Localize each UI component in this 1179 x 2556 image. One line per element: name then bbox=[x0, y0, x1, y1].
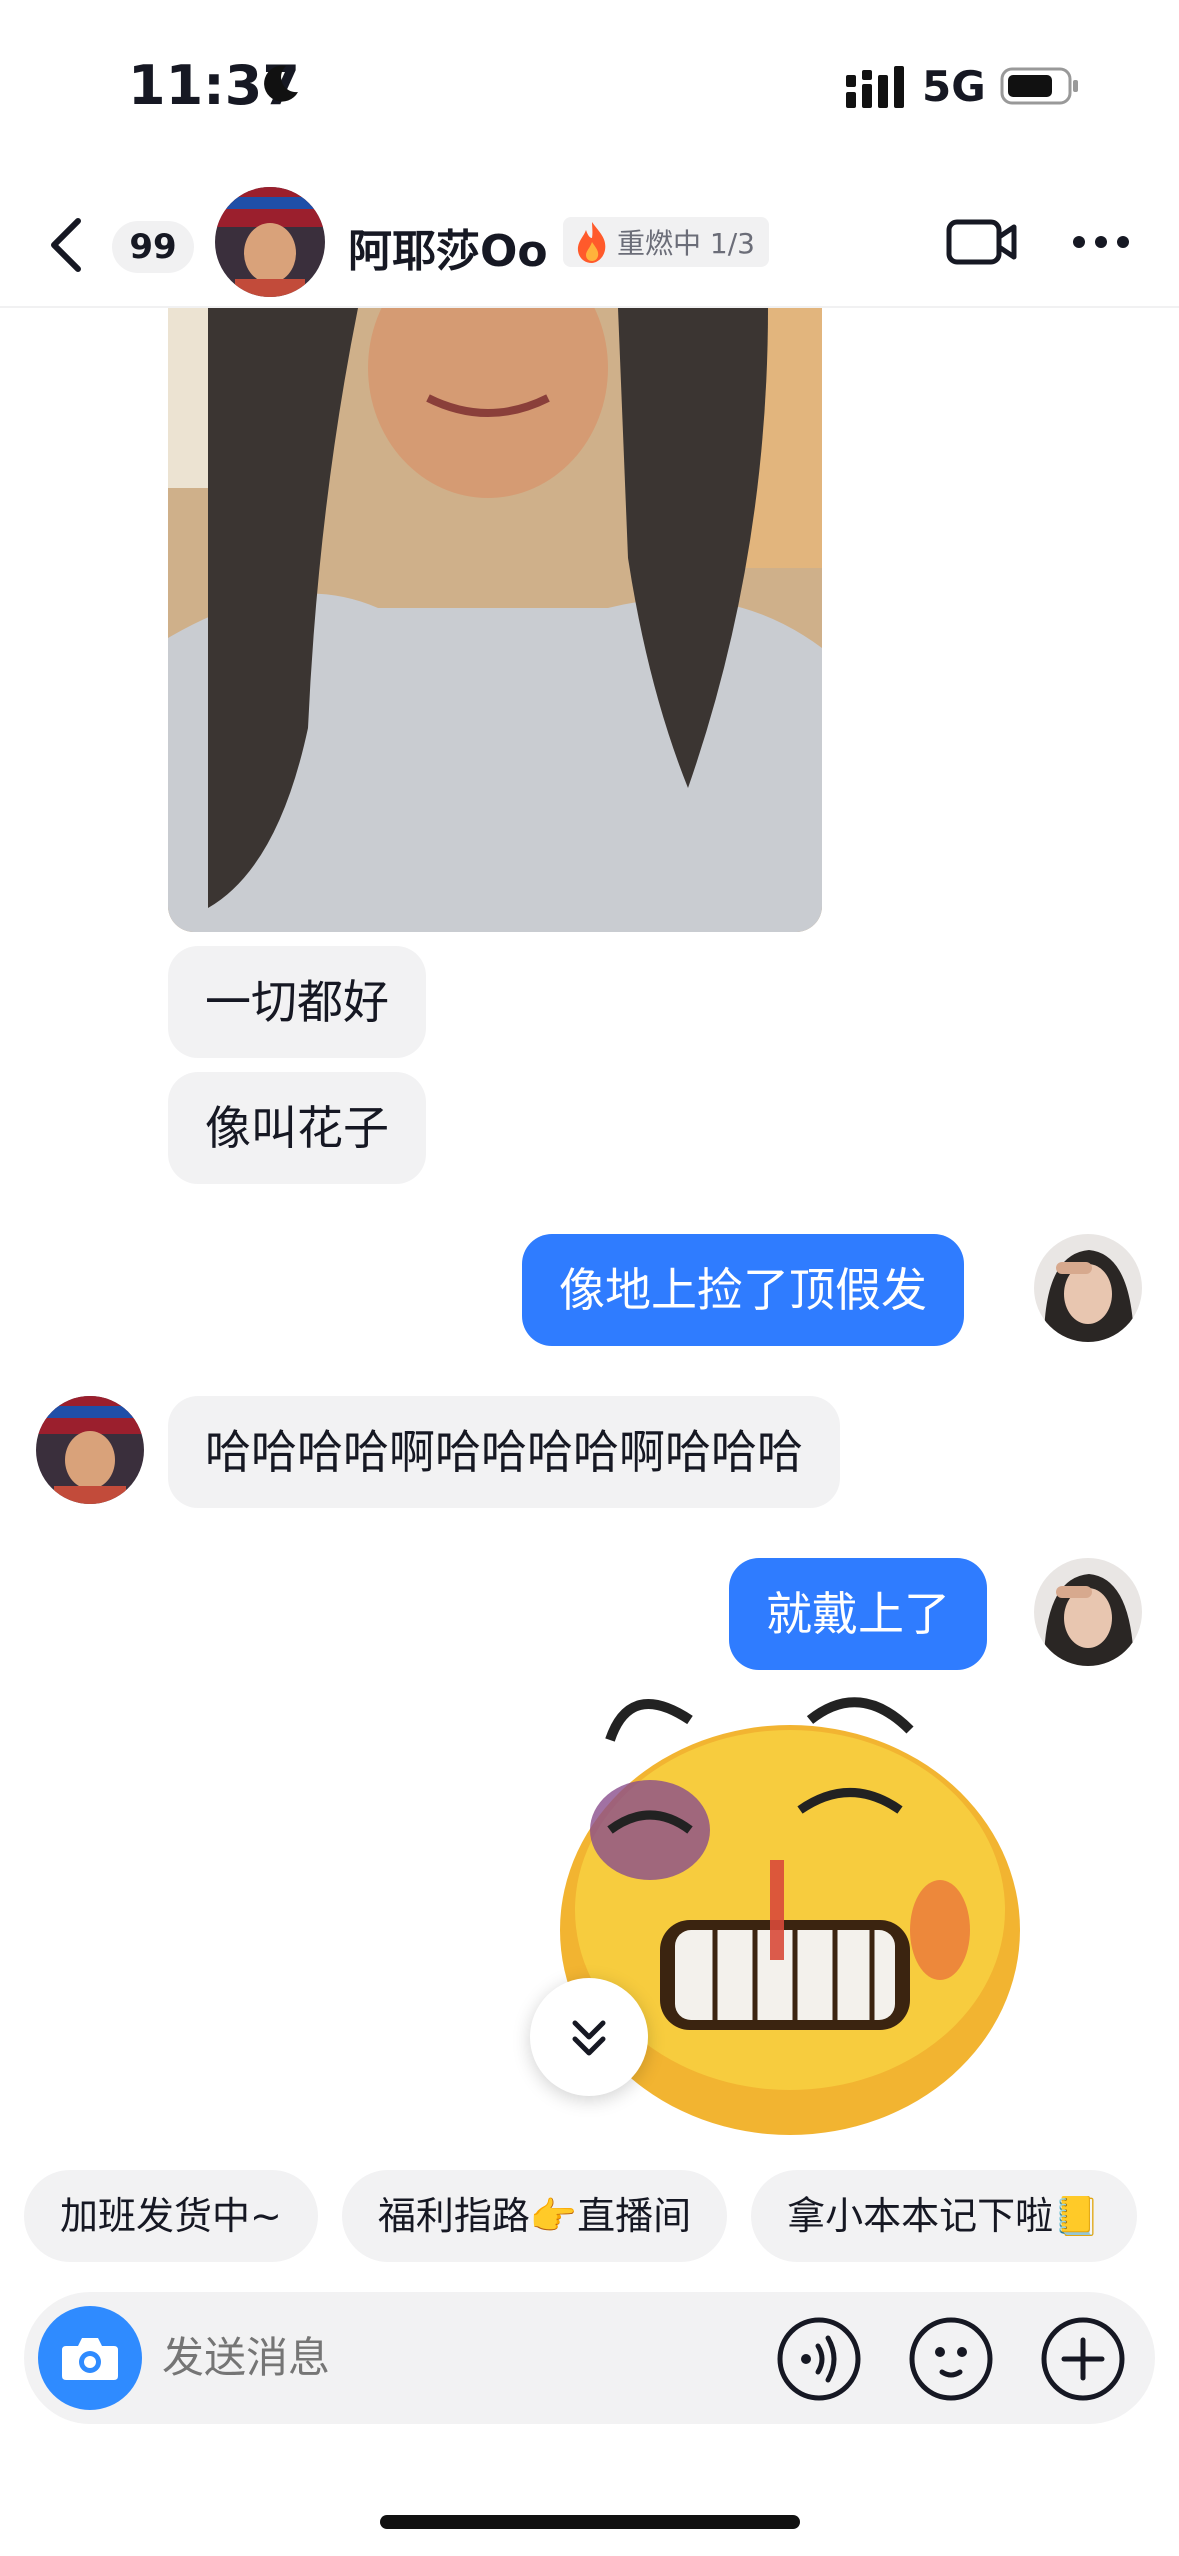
contact-name[interactable]: 阿耶莎Oo bbox=[348, 215, 548, 279]
chevron-double-down-icon bbox=[572, 2020, 606, 2056]
image-message[interactable] bbox=[168, 308, 822, 932]
voice-icon[interactable] bbox=[776, 2316, 862, 2402]
camera-icon bbox=[62, 2338, 118, 2380]
message-input-bar bbox=[24, 2292, 1155, 2424]
quick-reply-chip[interactable]: 福利指路👉直播间 bbox=[341, 2170, 728, 2262]
camera-button[interactable] bbox=[38, 2306, 142, 2410]
my-avatar[interactable] bbox=[1034, 1234, 1142, 1342]
streak-badge[interactable]: 重燃中 1/3 bbox=[563, 217, 769, 267]
video-call-icon[interactable] bbox=[946, 217, 1018, 267]
message-bubble-incoming[interactable]: 像叫花子 bbox=[168, 1072, 426, 1184]
signal-icon bbox=[846, 66, 904, 108]
message-bubble-incoming[interactable]: 一切都好 bbox=[168, 946, 426, 1058]
back-arrow-icon[interactable] bbox=[46, 215, 86, 275]
unread-count-badge[interactable]: 99 bbox=[112, 221, 194, 273]
message-input[interactable] bbox=[162, 2326, 722, 2390]
message-bubble-outgoing[interactable]: 就戴上了 bbox=[729, 1558, 987, 1670]
message-bubble-incoming[interactable]: 哈哈哈哈啊哈哈哈哈啊哈哈哈 bbox=[168, 1396, 840, 1508]
emoji-icon[interactable] bbox=[908, 2316, 994, 2402]
more-icon[interactable] bbox=[1072, 235, 1130, 249]
quick-reply-chip[interactable]: 加班发货中~ bbox=[24, 2170, 318, 2262]
contact-avatar[interactable] bbox=[215, 187, 325, 297]
scroll-to-bottom-button[interactable] bbox=[530, 1978, 648, 2096]
moon-icon bbox=[264, 65, 298, 102]
status-bar: 11:37 5G bbox=[0, 0, 1179, 175]
plus-icon[interactable] bbox=[1040, 2316, 1126, 2402]
message-bubble-outgoing[interactable]: 像地上捡了顶假发 bbox=[522, 1234, 964, 1346]
home-indicator[interactable] bbox=[380, 2515, 800, 2529]
battery-icon bbox=[1000, 67, 1078, 105]
contact-avatar-small[interactable] bbox=[36, 1396, 144, 1504]
quick-reply-chip[interactable]: 拿小本本记下啦📒 bbox=[751, 2170, 1137, 2262]
chat-screen: 11:37 5G 99 阿耶莎Oo 重燃中 1/3 一切都好 像叫花子 像地上捡… bbox=[0, 0, 1179, 2556]
streak-label: 重燃中 1/3 bbox=[617, 227, 755, 260]
flame-icon bbox=[577, 222, 606, 263]
network-type: 5G bbox=[922, 62, 986, 111]
chat-header: 99 阿耶莎Oo 重燃中 1/3 bbox=[0, 175, 1179, 308]
my-avatar[interactable] bbox=[1034, 1558, 1142, 1666]
quick-reply-row: 加班发货中~ 福利指路👉直播间 拿小本本记下啦📒 bbox=[24, 2170, 1137, 2262]
